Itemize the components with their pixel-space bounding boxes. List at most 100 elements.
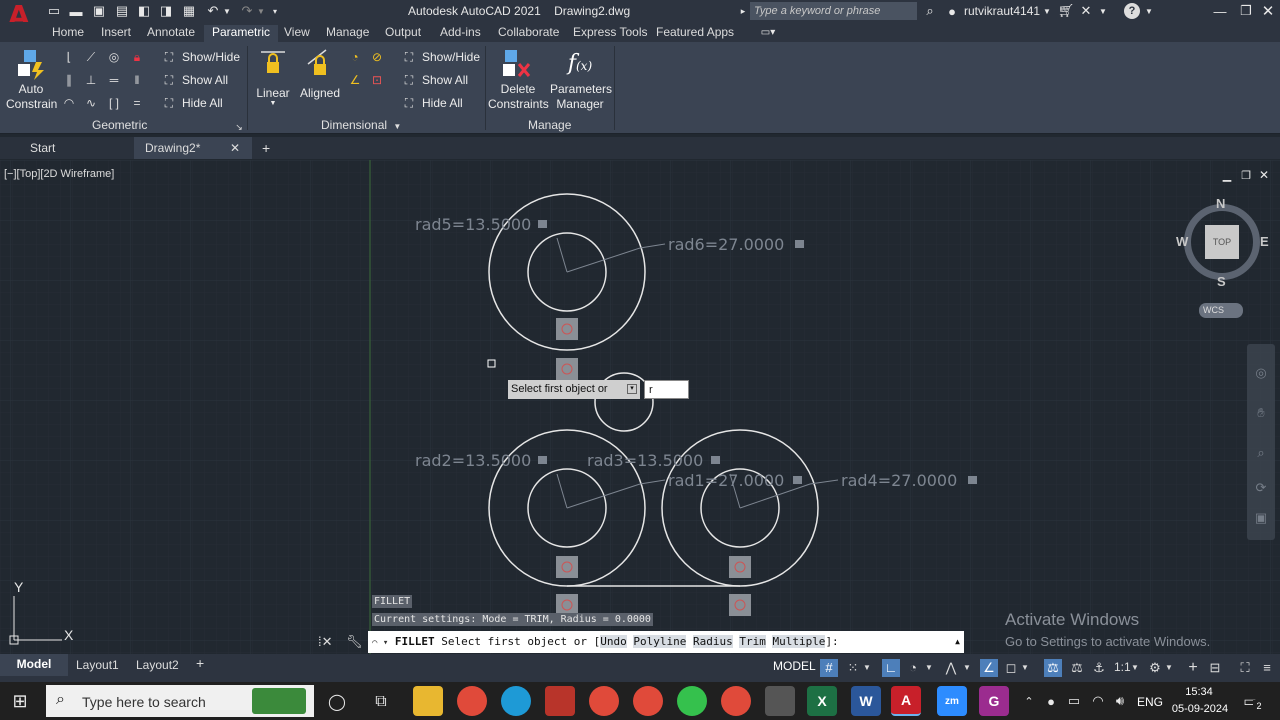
linear-button[interactable]: Linear ▼ [254, 46, 292, 112]
dynamic-input-field[interactable]: r [644, 380, 689, 399]
perpendicular-icon[interactable]: ⊥ [84, 73, 98, 87]
command-line-close-icon[interactable]: ⁞✕ [318, 634, 342, 652]
search-input[interactable]: Type a keyword or phrase [750, 2, 917, 20]
horizontal-icon[interactable]: ═ [107, 73, 121, 87]
save-as-icon[interactable]: ▤ [114, 3, 130, 19]
navigation-bar[interactable]: ◎ ✋︎ ⌕ ⟳ ▣ [1247, 344, 1275, 540]
new-file-icon[interactable]: ▭ [46, 3, 62, 19]
chrome-icon-1[interactable] [457, 686, 487, 716]
dim-rad4[interactable]: rad4=27.0000 [841, 471, 957, 490]
tab-parametric[interactable]: Parametric [204, 25, 279, 42]
tab-featured-apps[interactable]: Featured Apps [656, 25, 734, 39]
clock-date[interactable]: 05-09-2024 [1170, 703, 1230, 715]
open-folder-icon[interactable]: ▬ [68, 3, 84, 19]
parallel-icon[interactable]: ∥ [62, 73, 76, 87]
close-icon[interactable]: ✕ [1258, 2, 1278, 20]
tab-view[interactable]: View [284, 25, 310, 39]
object-snap-tracking-icon[interactable]: ∠ [980, 659, 998, 677]
geometric-dialog-launcher-icon[interactable]: ↘ [232, 120, 246, 134]
workspace-dropdown-icon[interactable]: ▼ [1164, 659, 1174, 677]
excel-icon[interactable]: X [807, 686, 837, 716]
scale-dropdown-icon[interactable]: ▼ [1130, 659, 1140, 677]
wcs-menu[interactable]: WCS [1199, 303, 1243, 318]
ortho-icon[interactable]: ∟ [882, 659, 900, 677]
redo-dropdown-icon[interactable]: ▼ [256, 3, 266, 19]
help-dropdown-icon[interactable]: ▼ [1144, 3, 1154, 19]
polar-tracking-icon[interactable]: ◔ [904, 659, 922, 677]
constraint-marker-6[interactable] [729, 594, 751, 616]
constraint-marker-4[interactable] [729, 556, 751, 578]
annotation-visibility-icon[interactable]: ⚖︎ [1044, 659, 1062, 677]
start-tab[interactable]: Start [0, 137, 134, 159]
units-icon[interactable]: ⊟ [1206, 659, 1224, 677]
dim-rad2[interactable]: rad2=13.5000 [415, 451, 531, 470]
app-icon-1[interactable] [545, 686, 575, 716]
open-web-icon[interactable]: ◧ [136, 3, 152, 19]
task-view-icon[interactable]: ⧉ [370, 691, 392, 713]
polar-dropdown-icon[interactable]: ▼ [924, 659, 934, 677]
angular-lock-icon[interactable]: ∠ [348, 73, 362, 87]
taskbar-search-box[interactable]: ⌕ Type here to search [46, 685, 314, 717]
viewcube-top-face[interactable]: TOP [1205, 225, 1239, 259]
new-tab-button[interactable]: + [262, 137, 276, 159]
show-hidden-icons[interactable]: ⌃ [1022, 693, 1036, 709]
diameter-lock-icon[interactable]: ⊘ [370, 50, 384, 64]
object-snap-icon[interactable]: ◻ [1002, 659, 1020, 677]
tab-layout2[interactable]: Layout2 [136, 658, 179, 672]
model-space-button[interactable]: MODEL [773, 659, 816, 673]
user-name[interactable]: rutvikraut4141 [964, 4, 1040, 18]
viewport-minimize-icon[interactable]: ▁ [1220, 168, 1234, 182]
annotation-monitor-icon[interactable]: + [1184, 659, 1202, 677]
clock-time[interactable]: 15:34 [1184, 686, 1214, 698]
option-polyline[interactable]: Polyline [633, 635, 687, 648]
workspace-gear-icon[interactable]: ⚙︎ [1146, 659, 1164, 677]
tab-output[interactable]: Output [385, 25, 421, 39]
dim-rad1[interactable]: rad1=27.0000 [668, 471, 784, 490]
pdf-app-icon[interactable]: G [979, 686, 1009, 716]
delete-constraints-button[interactable]: Delete Constraints [488, 46, 549, 112]
compass-s[interactable]: S [1217, 274, 1226, 289]
compass-n[interactable]: N [1216, 196, 1225, 211]
isodraft-icon[interactable]: ⋀ [942, 659, 960, 677]
dimensional-panel-title[interactable]: Dimensional ▼ [321, 118, 401, 132]
tab-add-ins[interactable]: Add-ins [440, 25, 481, 39]
redo-icon[interactable]: ↷ [238, 3, 256, 19]
tab-home[interactable]: Home [52, 25, 84, 39]
undo-icon[interactable]: ↶ [204, 3, 222, 19]
option-trim[interactable]: Trim [739, 635, 766, 648]
concentric-icon[interactable]: ◎ [107, 50, 121, 64]
close-tab-icon[interactable]: ✕ [230, 137, 240, 159]
dim-rad3[interactable]: rad3=13.5000 [587, 451, 703, 470]
option-multiple[interactable]: Multiple [772, 635, 826, 648]
constraint-marker-2[interactable] [556, 358, 578, 380]
chrome-icon-2[interactable] [589, 686, 619, 716]
dim-rad6[interactable]: rad6=27.0000 [668, 235, 784, 254]
radius-lock-icon[interactable]: ◔ [348, 50, 362, 64]
customize-qat-icon[interactable]: ▾ [270, 3, 280, 19]
option-radius[interactable]: Radius [692, 635, 733, 648]
autocad-taskbar-icon[interactable]: A [891, 686, 921, 716]
viewcube[interactable]: TOP N S W E [1176, 196, 1269, 289]
vertical-icon[interactable]: ‖ [130, 73, 144, 87]
add-layout-button[interactable]: + [196, 655, 204, 671]
fix-icon[interactable]: 🔒︎ [130, 50, 144, 64]
zoom-app-icon[interactable]: zm [937, 686, 967, 716]
viewport-close-icon[interactable]: ✕ [1257, 168, 1271, 182]
auto-scale-icon[interactable]: ⚖︎ [1068, 659, 1086, 677]
tab-annotate[interactable]: Annotate [147, 25, 195, 39]
whatsapp-icon[interactable] [677, 686, 707, 716]
tab-layout1[interactable]: Layout1 [76, 658, 119, 672]
constraint-marker-3[interactable] [556, 556, 578, 578]
chrome-icon-3[interactable] [633, 686, 663, 716]
edge-icon[interactable] [501, 686, 531, 716]
aligned-button[interactable]: Aligned [298, 46, 342, 112]
viewport-label[interactable]: [−][Top][2D Wireframe] [4, 168, 114, 180]
tangent-icon[interactable]: ◠ [62, 96, 76, 110]
tab-model[interactable]: Model [0, 654, 68, 676]
undo-dropdown-icon[interactable]: ▼ [222, 3, 232, 19]
pan-icon[interactable]: ✋︎ [1252, 404, 1270, 422]
drawing-viewport[interactable]: rad5=13.5000 rad6=27.0000 rad2=13.5000 r… [0, 160, 1280, 654]
search-expand-icon[interactable]: ▸ [738, 3, 748, 19]
coincident-icon[interactable]: ⌊ [62, 50, 76, 64]
tab-express-tools[interactable]: Express Tools [573, 25, 647, 39]
